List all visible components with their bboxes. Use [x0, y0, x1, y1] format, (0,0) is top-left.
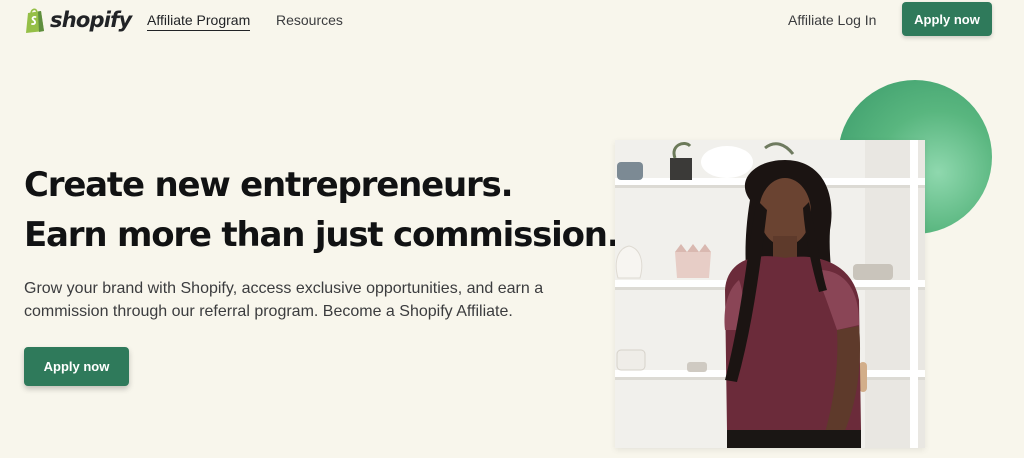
- site-header: shopify Affiliate Program Resources Affi…: [0, 0, 1024, 40]
- shopify-bag-icon: [26, 8, 44, 33]
- headline-line-1: Create new entrepreneurs.: [24, 165, 513, 205]
- affiliate-login-link[interactable]: Affiliate Log In: [788, 11, 876, 29]
- hero-apply-button[interactable]: Apply now: [24, 347, 129, 386]
- hero-photo: [615, 140, 925, 448]
- nav-affiliate-program[interactable]: Affiliate Program: [147, 11, 251, 31]
- affiliate-portrait-image: [615, 140, 925, 448]
- nav-resources[interactable]: Resources: [276, 11, 343, 29]
- logo-wordmark: shopify: [50, 8, 132, 32]
- header-apply-button[interactable]: Apply now: [902, 2, 992, 36]
- shopify-logo[interactable]: shopify: [24, 6, 132, 34]
- headline-line-2: Earn more than just commission.: [24, 215, 620, 255]
- hero-subtext: Grow your brand with Shopify, access exc…: [24, 280, 544, 320]
- hero-headline: Create new entrepreneurs. Earn more than…: [24, 160, 620, 260]
